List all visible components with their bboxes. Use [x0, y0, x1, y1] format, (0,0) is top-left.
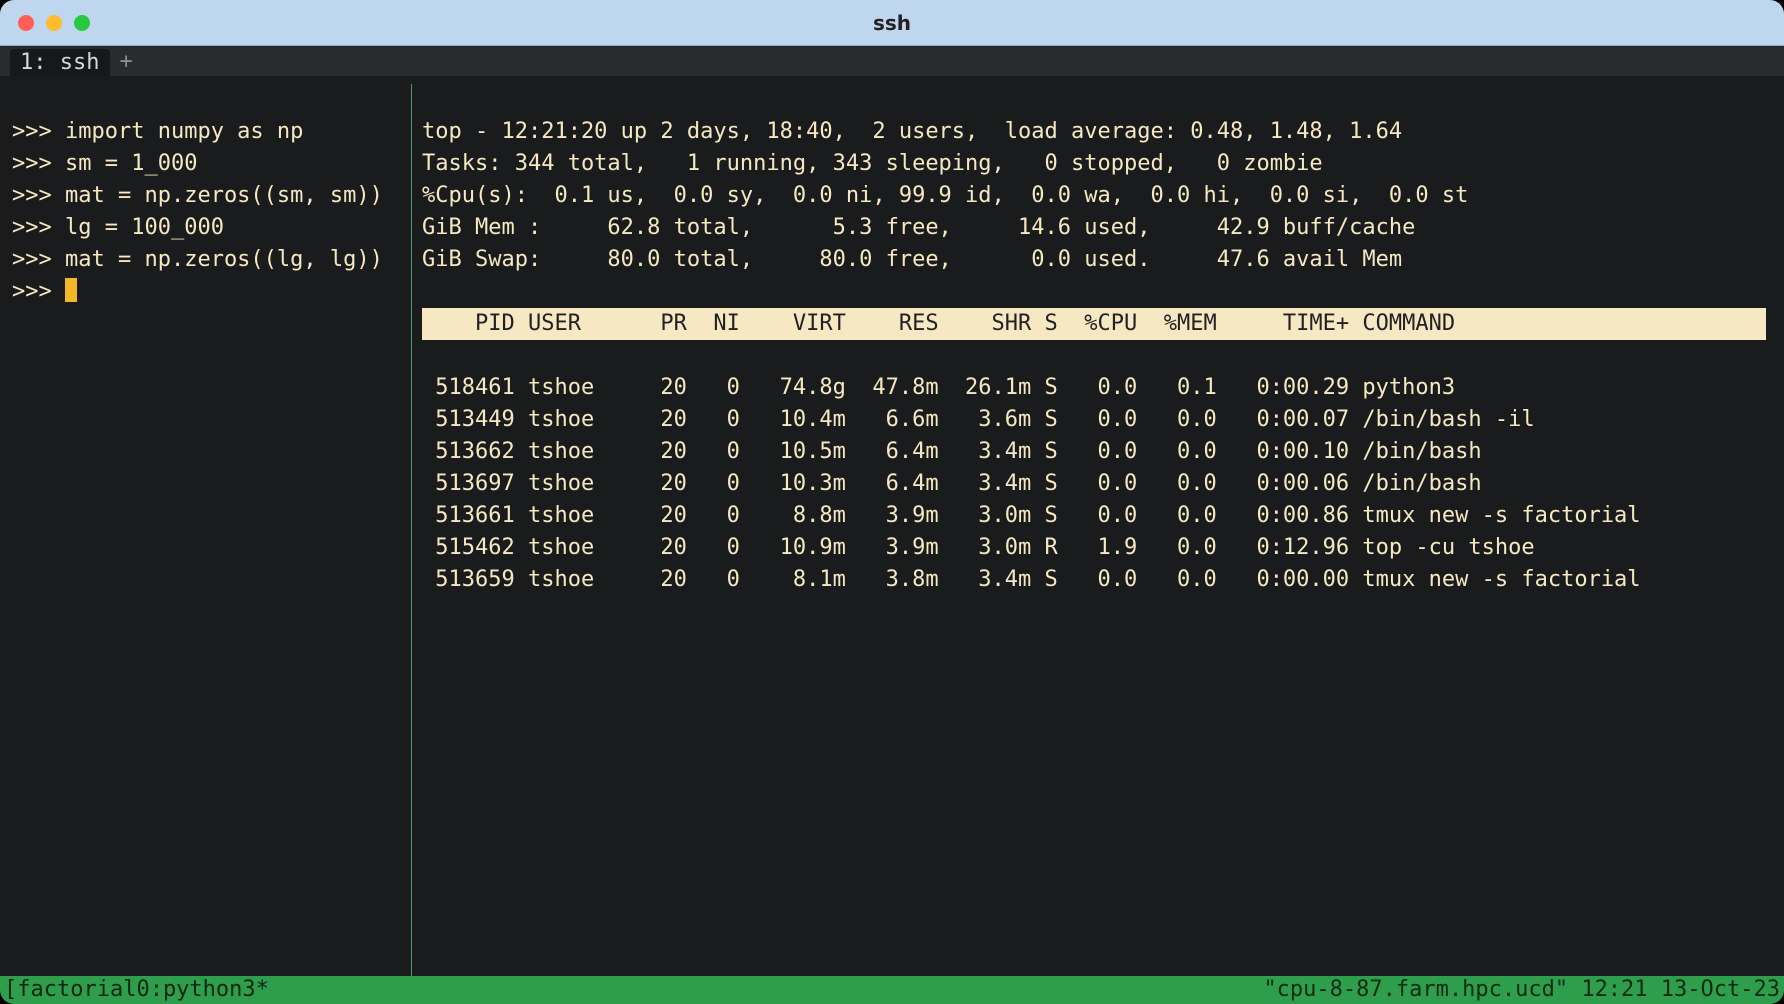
top-summary-line: GiB Mem : 62.8 total, 5.3 free, 14.6 use…	[422, 215, 1415, 240]
tmux-pane-left[interactable]: >>> import numpy as np >>> sm = 1_000 >>…	[12, 84, 412, 976]
tab-ssh[interactable]: 1: ssh	[10, 49, 110, 76]
repl-line: >>> lg = 100_000	[12, 215, 224, 240]
top-process-row: 513659 tshoe 20 0 8.1m 3.8m 3.4m S 0.0 0…	[422, 567, 1641, 592]
status-left: [factorial0:python3*	[4, 976, 269, 1004]
top-process-row: 513449 tshoe 20 0 10.4m 6.6m 3.6m S 0.0 …	[422, 407, 1535, 432]
cursor-icon	[65, 278, 77, 302]
titlebar: ssh	[0, 0, 1784, 46]
top-process-row: 513661 tshoe 20 0 8.8m 3.9m 3.0m S 0.0 0…	[422, 503, 1641, 528]
top-process-row: 515462 tshoe 20 0 10.9m 3.9m 3.0m R 1.9 …	[422, 535, 1535, 560]
terminal-body[interactable]: >>> import numpy as np >>> sm = 1_000 >>…	[0, 76, 1784, 976]
repl-line: >>> import numpy as np	[12, 119, 303, 144]
top-summary-line: GiB Swap: 80.0 total, 80.0 free, 0.0 use…	[422, 247, 1402, 272]
repl-line: >>> sm = 1_000	[12, 151, 197, 176]
tab-label: ssh	[60, 50, 100, 75]
tab-strip: 1: ssh +	[0, 46, 1784, 76]
terminal-window: ssh 1: ssh + >>> import numpy as np >>> …	[0, 0, 1784, 1004]
top-process-row: 518461 tshoe 20 0 74.8g 47.8m 26.1m S 0.…	[422, 375, 1455, 400]
top-summary-line: %Cpu(s): 0.1 us, 0.0 sy, 0.0 ni, 99.9 id…	[422, 183, 1468, 208]
new-tab-button[interactable]: +	[120, 49, 133, 74]
repl-line: >>> mat = np.zeros((lg, lg))	[12, 247, 383, 272]
top-process-row: 513662 tshoe 20 0 10.5m 6.4m 3.4m S 0.0 …	[422, 439, 1482, 464]
window-title: ssh	[0, 11, 1784, 35]
tab-index: 1:	[20, 50, 47, 75]
tmux-pane-right[interactable]: top - 12:21:20 up 2 days, 18:40, 2 users…	[412, 84, 1772, 976]
tmux-status-bar: [factorial0:python3* "cpu-8-87.farm.hpc.…	[0, 976, 1784, 1004]
top-summary-line: Tasks: 344 total, 1 running, 343 sleepin…	[422, 151, 1323, 176]
repl-line: >>> mat = np.zeros((sm, sm))	[12, 183, 383, 208]
repl-line: >>>	[12, 279, 77, 304]
status-right: "cpu-8-87.farm.hpc.ucd" 12:21 13-Oct-23	[1263, 976, 1780, 1004]
top-summary-line: top - 12:21:20 up 2 days, 18:40, 2 users…	[422, 119, 1402, 144]
top-process-row: 513697 tshoe 20 0 10.3m 6.4m 3.4m S 0.0 …	[422, 471, 1482, 496]
top-header-row: PID USER PR NI VIRT RES SHR S %CPU %MEM …	[422, 308, 1766, 340]
